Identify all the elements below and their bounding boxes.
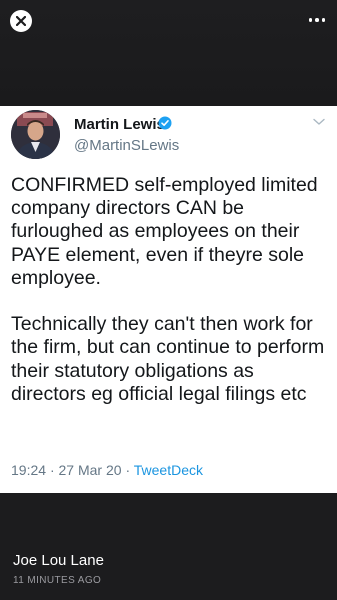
more-options-button[interactable] — [308, 18, 325, 22]
tweet-author-handle[interactable]: @MartinSLewis — [74, 137, 179, 154]
tweet-source-link[interactable]: TweetDeck — [134, 462, 203, 478]
verified-badge-icon — [158, 116, 172, 130]
separator: · — [125, 462, 131, 478]
tweet-text: CONFIRMED self-employed limited company … — [11, 174, 325, 405]
tweet-author-name[interactable]: Martin Lewis — [74, 116, 165, 133]
top-bar — [0, 0, 337, 106]
avatar[interactable] — [11, 110, 60, 159]
avatar-image — [11, 110, 60, 159]
chevron-down-icon[interactable] — [313, 118, 325, 126]
separator: · — [49, 462, 55, 478]
tweet-time: 19:24 — [11, 462, 47, 478]
close-icon — [16, 16, 26, 26]
more-icon-dot — [315, 18, 319, 22]
tweet-date: 27 Mar 20 — [58, 462, 122, 478]
tweet-metadata: 19:24 · 27 Mar 20 · TweetDeck — [11, 462, 203, 478]
more-icon-dot — [308, 18, 312, 22]
more-icon-dot — [321, 18, 325, 22]
post-timestamp: 11 MINUTES AGO — [13, 575, 102, 586]
close-button[interactable] — [10, 10, 32, 32]
post-author-name[interactable]: Joe Lou Lane — [13, 552, 104, 569]
